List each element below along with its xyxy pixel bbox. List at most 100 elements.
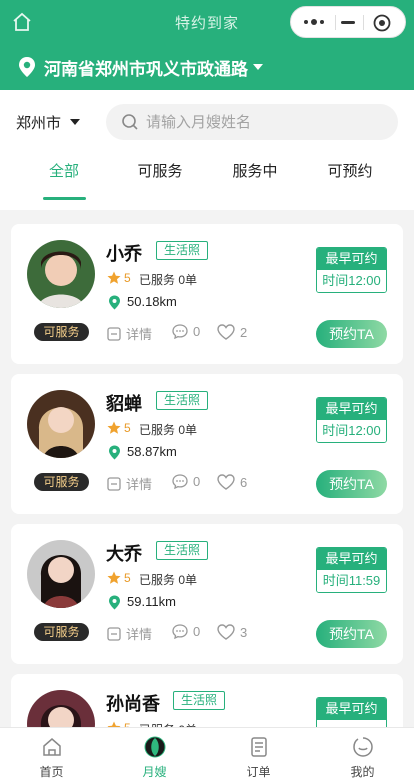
comment-icon	[172, 324, 188, 339]
nanny-name: 小乔	[106, 244, 142, 264]
comments-button[interactable]: 0	[172, 474, 200, 489]
rating: 5	[124, 421, 131, 435]
mini-program-capsule	[290, 6, 406, 38]
avatar	[27, 540, 95, 608]
star-icon	[107, 571, 121, 584]
star-icon	[107, 421, 121, 434]
served-count: 已服务 0单	[139, 423, 198, 437]
status-badge: 可服务	[34, 473, 89, 491]
more-icon[interactable]	[303, 18, 325, 26]
book-button[interactable]: 预约TA	[316, 320, 387, 348]
comments-count: 0	[193, 474, 201, 489]
search-icon	[122, 114, 138, 130]
location-address: 河南省郑州市巩义市政通路	[44, 59, 248, 79]
availability-time: 时间12:00	[317, 270, 386, 292]
likes-count: 6	[240, 474, 248, 490]
tab-bookable[interactable]: 可预约	[300, 160, 400, 181]
likes-count: 2	[240, 324, 248, 340]
nanny-card[interactable]: 可服务 小乔 生活照 5 已服务 0单 50.18km 详情 0 2 最早可约 …	[11, 224, 403, 364]
title-bar: 特约到家	[0, 0, 414, 44]
nanny-name: 大乔	[106, 544, 142, 564]
comments-button[interactable]: 0	[172, 624, 200, 639]
earliest-availability: 最早可约 时间11:59	[316, 547, 387, 593]
served-count: 已服务 0单	[139, 273, 198, 287]
photo-tag[interactable]: 生活照	[156, 541, 209, 560]
availability-label: 最早可约	[317, 398, 386, 420]
details-link[interactable]: 详情	[107, 474, 152, 493]
close-circle-icon[interactable]	[373, 14, 391, 32]
rating: 5	[124, 571, 131, 585]
home-icon	[43, 738, 61, 756]
distance: 59.11km	[127, 594, 176, 609]
details-label: 详情	[126, 477, 153, 492]
availability-time: 时间11:59	[317, 570, 386, 592]
search-input[interactable]	[146, 104, 386, 140]
profile-icon	[353, 737, 373, 757]
avatar	[27, 240, 95, 308]
nav-orders-label: 订单	[246, 765, 271, 779]
like-button[interactable]: 3	[217, 624, 247, 640]
order-icon	[251, 737, 267, 757]
details-icon	[107, 326, 121, 341]
location-pin-icon	[109, 595, 120, 610]
details-link[interactable]: 详情	[107, 324, 152, 343]
tab-all[interactable]: 全部	[14, 160, 114, 181]
caret-down-icon[interactable]	[70, 119, 80, 125]
comments-count: 0	[193, 324, 201, 339]
photo-tag[interactable]: 生活照	[156, 391, 209, 410]
comment-icon	[172, 474, 188, 489]
nanny-card[interactable]: 可服务 大乔 生活照 5 已服务 0单 59.11km 详情 0 3 最早可约 …	[11, 524, 403, 664]
photo-tag[interactable]: 生活照	[156, 241, 209, 260]
like-button[interactable]: 2	[217, 324, 247, 340]
city-selector[interactable]: 郑州市	[16, 112, 61, 133]
nanny-card[interactable]: 可服务 貂蝉 生活照 5 已服务 0单 58.87km 详情 0 6 最早可约 …	[11, 374, 403, 514]
nav-orders[interactable]: 订单	[207, 728, 310, 780]
avatar	[27, 390, 95, 458]
book-button[interactable]: 预约TA	[316, 470, 387, 498]
minimize-icon[interactable]	[341, 21, 355, 24]
earliest-availability: 最早可约 时间12:00	[316, 247, 387, 293]
status-badge: 可服务	[34, 323, 89, 341]
location-selector[interactable]: 河南省郑州市巩义市政通路	[0, 44, 414, 90]
heart-icon	[217, 474, 235, 490]
distance: 50.18km	[127, 294, 177, 309]
nav-nanny-label: 月嫂	[142, 765, 167, 779]
book-button[interactable]: 预约TA	[316, 620, 387, 648]
availability-time: 时间12:00	[317, 420, 386, 442]
location-pin-icon	[19, 57, 35, 77]
tab-available[interactable]: 可服务	[110, 160, 210, 181]
details-icon	[107, 626, 121, 641]
details-label: 详情	[126, 327, 153, 342]
nav-home[interactable]: 首页	[0, 728, 103, 780]
location-pin-icon	[109, 445, 120, 460]
comments-button[interactable]: 0	[172, 324, 200, 339]
bottom-nav: 首页 月嫂 订单 我的	[0, 727, 414, 780]
tab-active-indicator	[43, 197, 86, 200]
distance: 58.87km	[127, 444, 177, 459]
tab-in-service[interactable]: 服务中	[205, 160, 305, 181]
heart-icon	[217, 324, 235, 340]
nav-home-label: 首页	[39, 765, 64, 779]
nav-nanny[interactable]: 月嫂	[103, 728, 206, 780]
served-count: 已服务 0单	[139, 573, 198, 587]
availability-label: 最早可约	[317, 698, 386, 720]
availability-label: 最早可约	[317, 548, 386, 570]
filter-header: 郑州市 全部 可服务 服务中 可预约	[0, 90, 414, 210]
comments-count: 0	[193, 624, 201, 639]
like-button[interactable]: 6	[217, 474, 247, 490]
rating: 5	[124, 271, 131, 285]
heart-icon	[217, 624, 235, 640]
nav-profile-label: 我的	[350, 765, 375, 779]
details-link[interactable]: 详情	[107, 624, 152, 643]
nav-profile[interactable]: 我的	[311, 728, 414, 780]
nanny-name: 孙尚香	[106, 694, 160, 714]
search-bar[interactable]	[106, 104, 398, 140]
location-pin-icon	[109, 295, 120, 310]
star-icon	[107, 271, 121, 284]
details-icon	[107, 476, 121, 491]
nanny-globe-icon	[144, 736, 166, 758]
nanny-name: 貂蝉	[106, 394, 142, 414]
caret-down-icon	[253, 64, 263, 70]
photo-tag[interactable]: 生活照	[173, 691, 226, 710]
comment-icon	[172, 624, 188, 639]
